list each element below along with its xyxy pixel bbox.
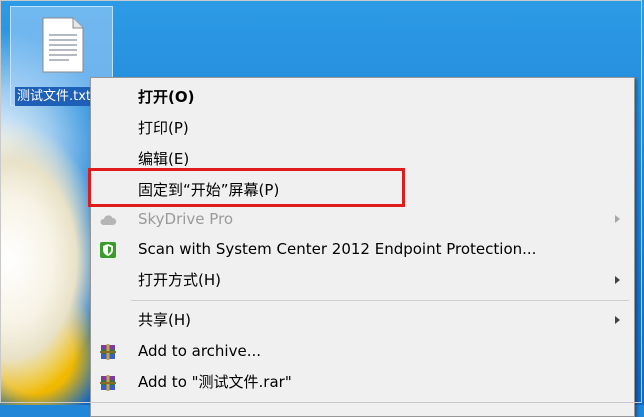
winrar-icon bbox=[100, 344, 116, 360]
chevron-right-icon bbox=[615, 215, 620, 223]
menu-item-print[interactable]: 打印(P) bbox=[91, 113, 634, 144]
menu-item-label: 打印(P) bbox=[138, 119, 189, 137]
shield-icon bbox=[100, 242, 116, 258]
menu-separator bbox=[131, 300, 629, 301]
menu-item-open[interactable]: 打开(O) bbox=[91, 82, 634, 113]
menu-item-label: 编辑(E) bbox=[138, 150, 190, 168]
cloud-icon bbox=[100, 215, 117, 225]
menu-item-open-with[interactable]: 打开方式(H) bbox=[91, 265, 634, 296]
context-menu: 打开(O) 打印(P) 编辑(E) 固定到“开始”屏幕(P) SkyDrive … bbox=[90, 77, 635, 417]
menu-item-add-to-rar[interactable]: Add to "测试文件.rar" bbox=[91, 367, 634, 398]
menu-item-label: 固定到“开始”屏幕(P) bbox=[138, 181, 280, 199]
menu-item-skydrive-pro[interactable]: SkyDrive Pro bbox=[91, 204, 634, 235]
menu-item-label: 打开(O) bbox=[138, 88, 195, 106]
menu-item-edit[interactable]: 编辑(E) bbox=[91, 144, 634, 175]
menu-item-pin-to-start[interactable]: 固定到“开始”屏幕(P) bbox=[91, 175, 634, 206]
menu-item-label: Add to archive... bbox=[138, 342, 261, 360]
chevron-right-icon bbox=[615, 276, 620, 284]
text-file-icon bbox=[42, 17, 84, 73]
menu-item-label: SkyDrive Pro bbox=[138, 210, 234, 228]
menu-item-label: Add to "测试文件.rar" bbox=[138, 373, 292, 391]
menu-item-add-to-archive[interactable]: Add to archive... bbox=[91, 336, 634, 367]
menu-item-label: 共享(H) bbox=[138, 311, 191, 329]
menu-item-scan[interactable]: Scan with System Center 2012 Endpoint Pr… bbox=[91, 234, 634, 265]
winrar-icon bbox=[100, 375, 116, 391]
menu-item-label: Scan with System Center 2012 Endpoint Pr… bbox=[138, 240, 537, 258]
menu-item-label: 打开方式(H) bbox=[138, 271, 221, 289]
chevron-right-icon bbox=[615, 316, 620, 324]
menu-item-share[interactable]: 共享(H) bbox=[91, 305, 634, 336]
